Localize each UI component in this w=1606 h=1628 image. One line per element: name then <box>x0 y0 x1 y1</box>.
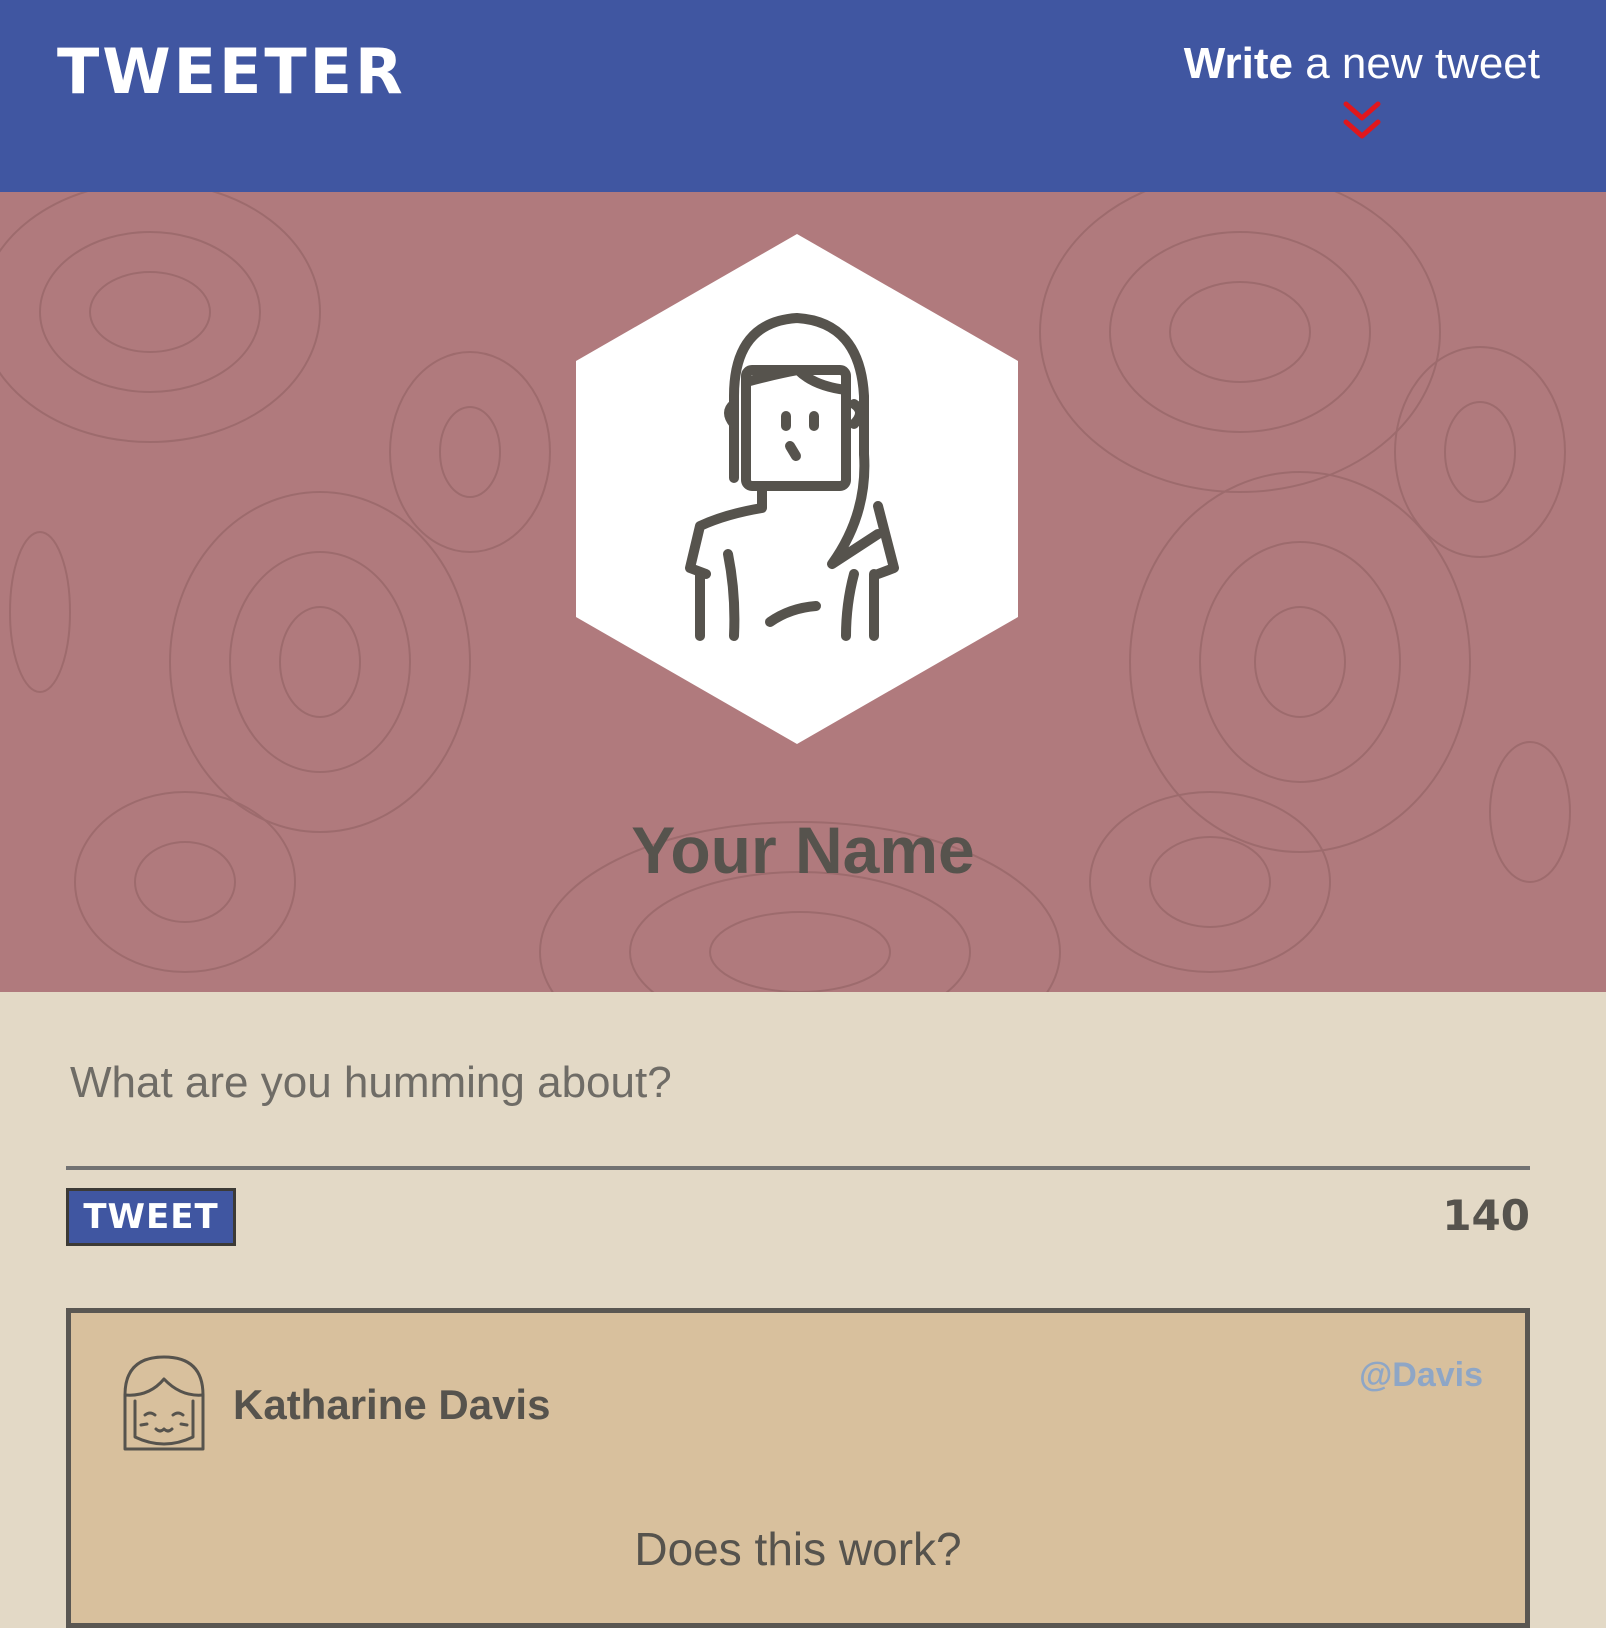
compose-tweet-input[interactable] <box>66 1030 1530 1170</box>
brand-logo[interactable]: TWEETER <box>57 34 406 110</box>
tweet-text: Does this work? <box>634 1523 962 1575</box>
profile-hero: Your Name <box>0 192 1606 992</box>
compose-tweet: TWEET 140 <box>66 1030 1530 1250</box>
compose-actions: TWEET 140 <box>66 1170 1530 1250</box>
tweet-card: Katharine Davis @Davis Does this work? <box>66 1308 1530 1628</box>
tweet-author-name: Katharine Davis <box>233 1381 551 1428</box>
write-new-tweet-label: Write a new tweet <box>1184 36 1540 92</box>
write-label-strong: Write <box>1183 39 1293 88</box>
user-female-avatar-icon <box>576 234 1018 744</box>
write-new-tweet-link[interactable]: Write a new tweet <box>1184 36 1540 144</box>
smiling-girl-avatar-icon <box>123 1355 205 1451</box>
write-label-rest: a new tweet <box>1292 39 1540 88</box>
double-chevron-down-icon[interactable] <box>1342 100 1382 144</box>
character-counter: 140 <box>1442 1191 1530 1240</box>
profile-name: Your Name <box>631 813 975 887</box>
top-nav: TWEETER Write a new tweet <box>0 0 1606 192</box>
tweet-author-handle[interactable]: @Davis <box>1359 1353 1483 1397</box>
tweet-button[interactable]: TWEET <box>66 1188 236 1246</box>
